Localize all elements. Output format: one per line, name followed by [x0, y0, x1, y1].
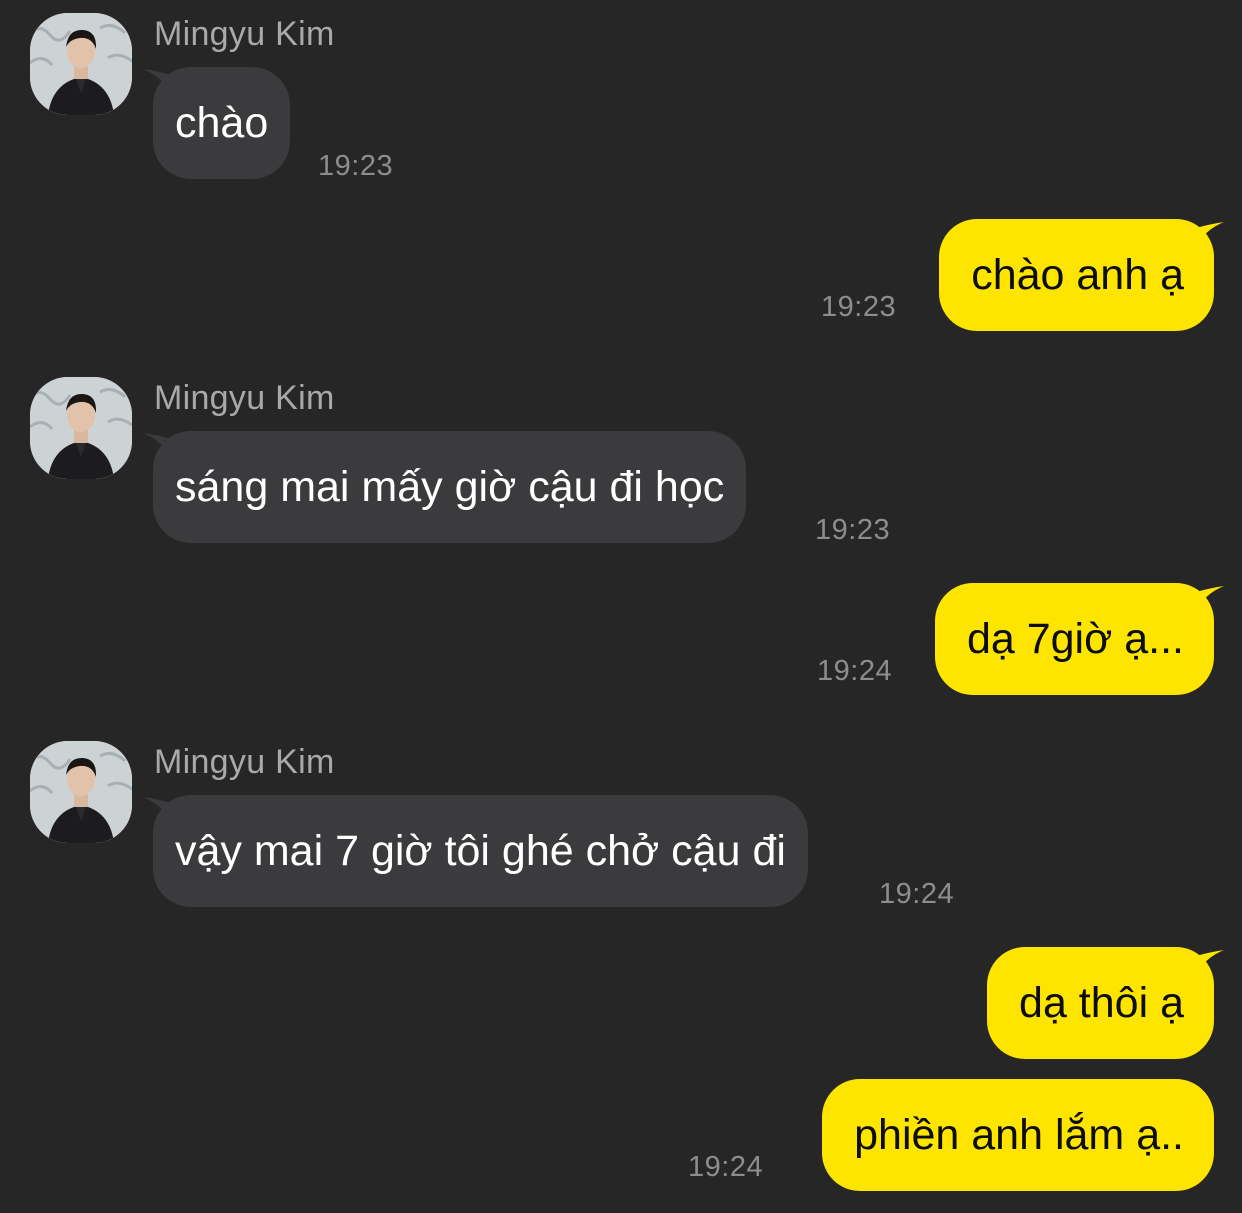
message-bubble-outgoing[interactable]: phiền anh lắm ạ.. — [822, 1079, 1214, 1191]
message-bubble-incoming[interactable]: chào — [153, 67, 291, 179]
contact-avatar[interactable] — [30, 377, 132, 479]
chat-thread[interactable]: Mingyu Kim chào 19:23 chào anh ạ 19:23 M… — [0, 0, 1242, 1213]
message-bubble-outgoing[interactable]: dạ thôi ạ — [987, 947, 1214, 1059]
message-timestamp: 19:23 — [318, 150, 394, 182]
profile-photo-icon — [30, 13, 132, 115]
message-timestamp: 19:23 — [821, 291, 897, 323]
message-timestamp: 19:24 — [817, 655, 893, 687]
sender-name: Mingyu Kim — [154, 743, 335, 781]
contact-avatar[interactable] — [30, 741, 132, 843]
message-bubble-incoming[interactable]: vậy mai 7 giờ tôi ghé chở cậu đi — [153, 795, 808, 907]
contact-avatar[interactable] — [30, 13, 132, 115]
message-timestamp: 19:24 — [879, 878, 955, 910]
sender-name: Mingyu Kim — [154, 379, 335, 417]
profile-photo-icon — [30, 377, 132, 479]
message-bubble-outgoing[interactable]: dạ 7giờ ạ... — [934, 583, 1214, 695]
message-bubble-outgoing[interactable]: chào anh ạ — [939, 219, 1214, 331]
message-bubble-incoming[interactable]: sáng mai mấy giờ cậu đi học — [153, 431, 747, 543]
message-timestamp: 19:23 — [815, 514, 891, 546]
profile-photo-icon — [30, 741, 132, 843]
message-timestamp: 19:24 — [688, 1151, 764, 1183]
sender-name: Mingyu Kim — [154, 15, 335, 53]
